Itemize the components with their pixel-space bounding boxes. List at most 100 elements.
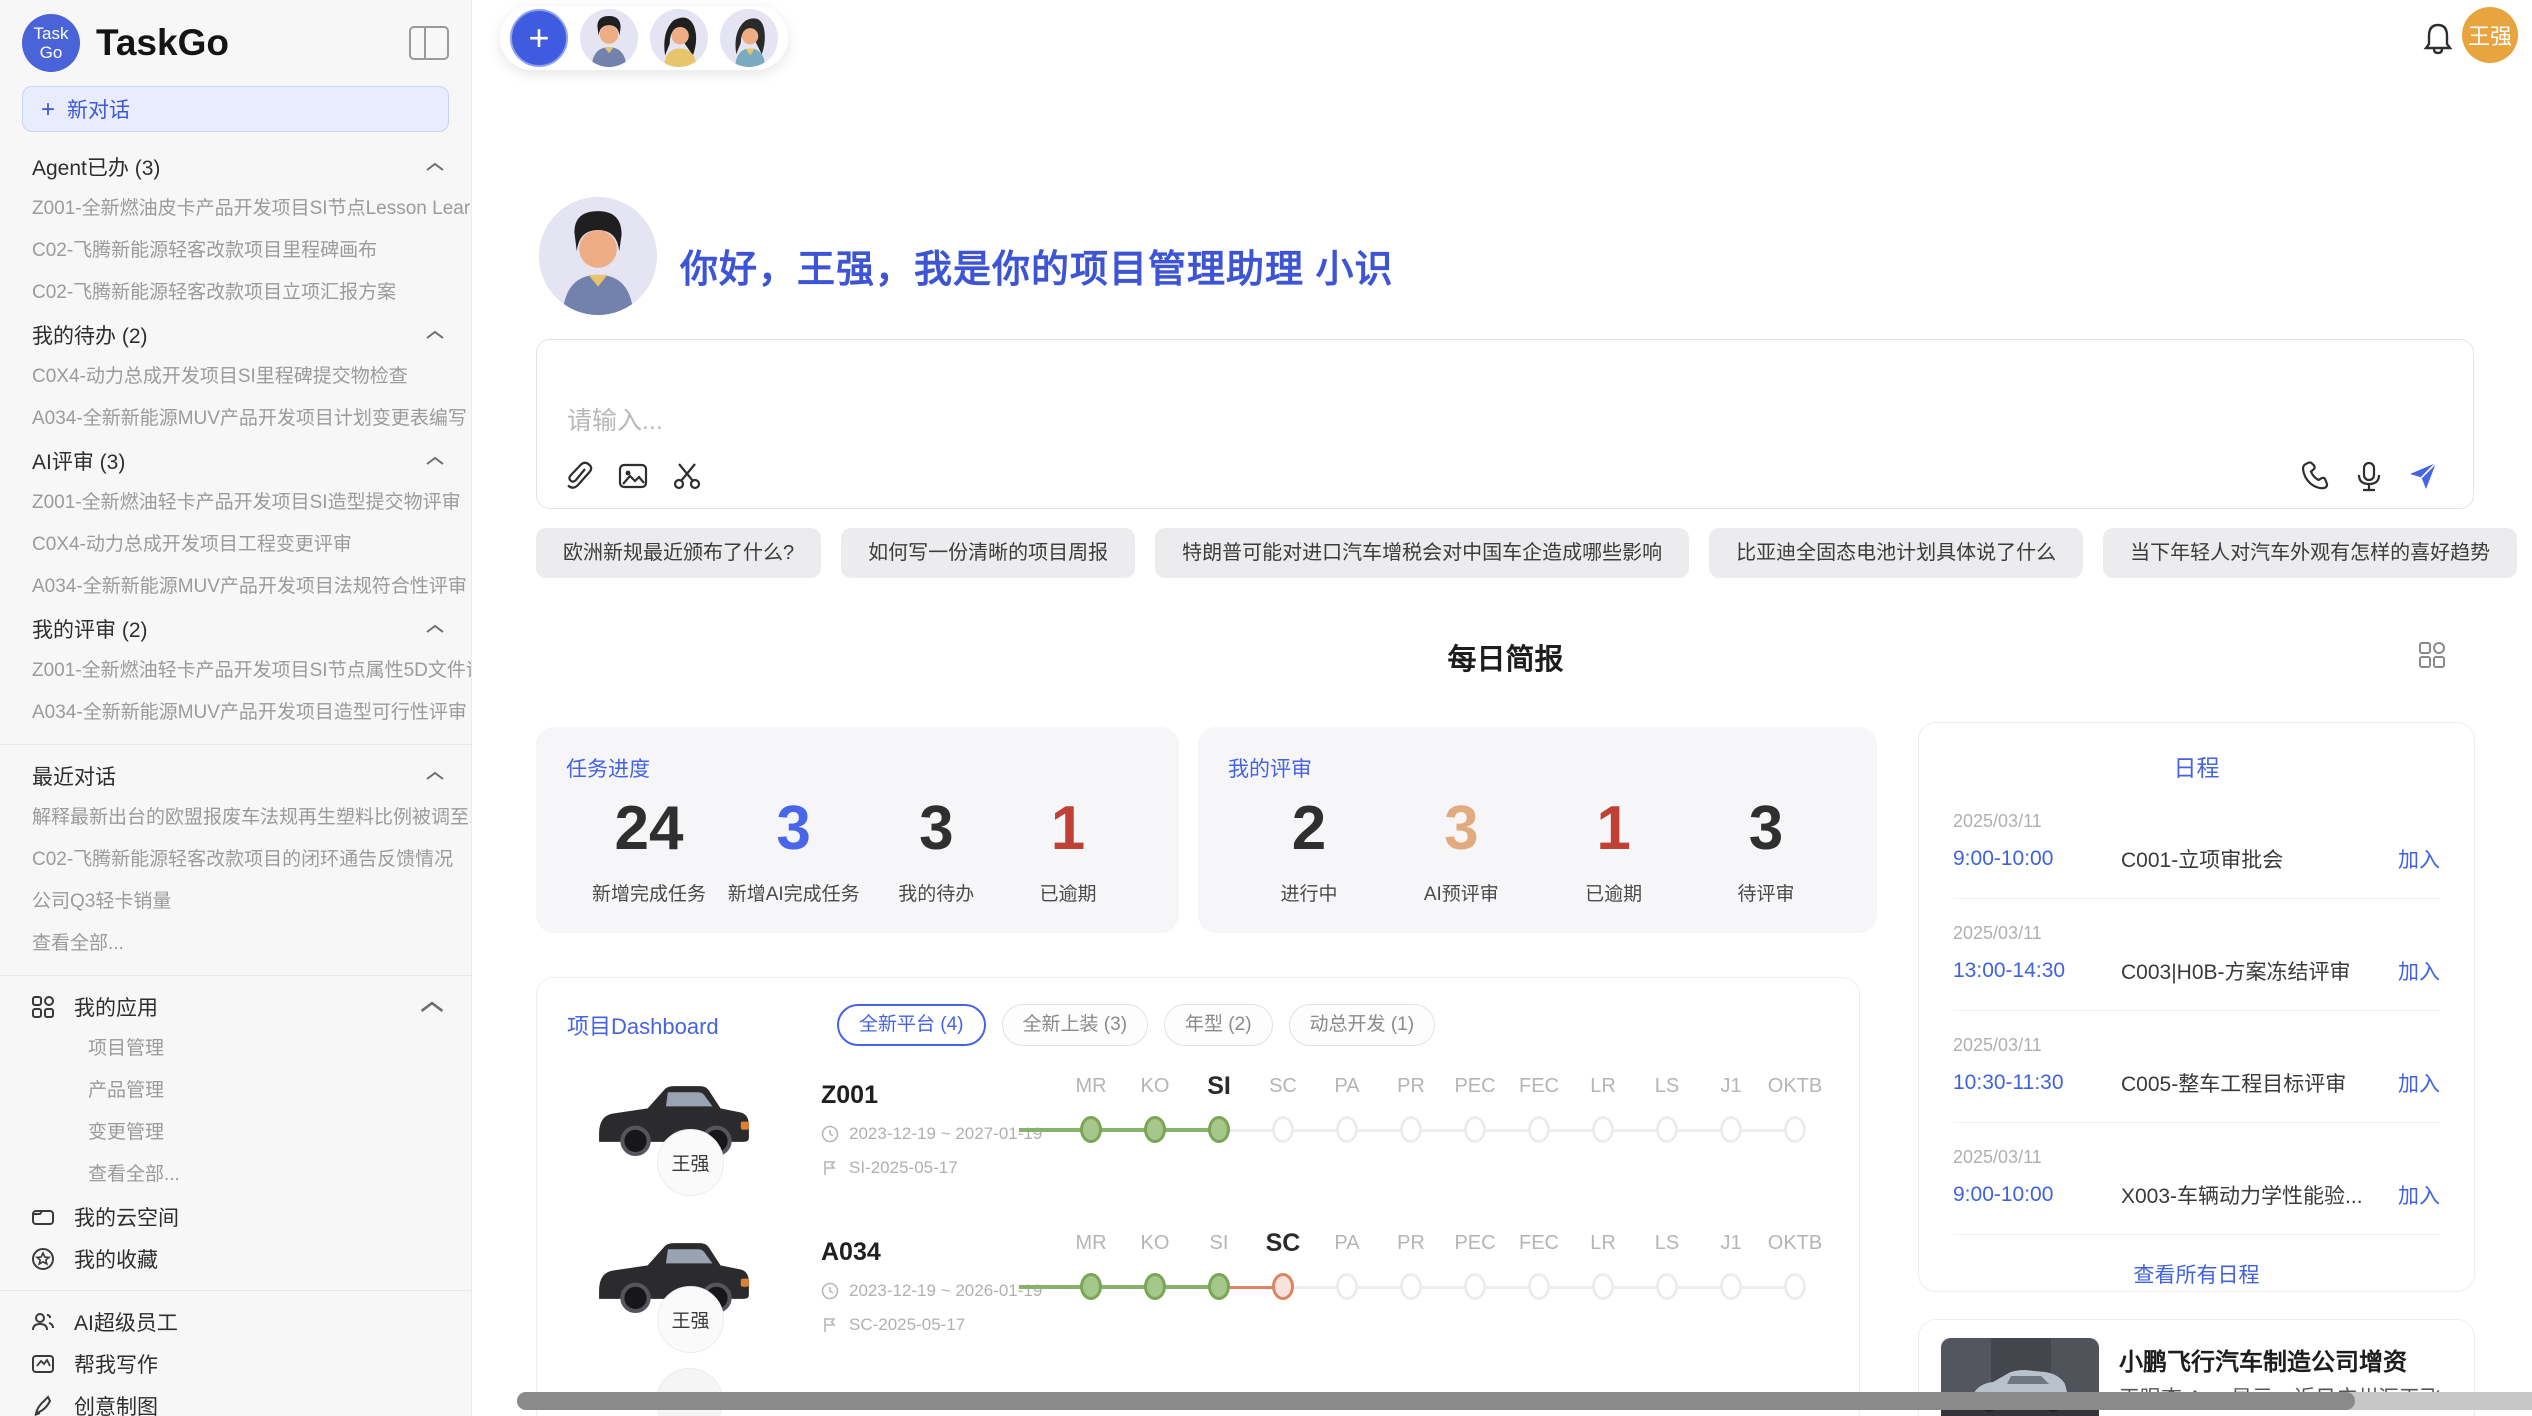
composer-left-icons: [563, 460, 703, 492]
favorites-label: 我的收藏: [74, 1244, 158, 1274]
news-title: 小鹏飞行汽车制造公司增资: [2119, 1342, 2407, 1377]
milestone-label: PR: [1379, 1226, 1443, 1260]
app-item-project-mgmt[interactable]: 项目管理: [0, 1028, 471, 1070]
chat-input[interactable]: [567, 396, 1967, 446]
join-link[interactable]: 加入: [2398, 1068, 2440, 1098]
sidebar-item[interactable]: C02-飞腾新能源轻客改款项目立项汇报方案: [0, 272, 471, 314]
sidebar-item-cloud-space[interactable]: 我的云空间: [0, 1196, 471, 1238]
milestone: PA: [1315, 1069, 1379, 1189]
recent-chat-item[interactable]: 解释最新出台的欧盟报废车法规再生塑料比例被调至15%...: [0, 797, 471, 839]
horizontal-scrollbar-thumb[interactable]: [517, 1392, 2355, 1410]
app-item-change-mgmt[interactable]: 变更管理: [0, 1112, 471, 1154]
sidebar-item-favorites[interactable]: 我的收藏: [0, 1238, 471, 1280]
project-row[interactable]: 王强 Z001 2023-12-19 ~ 2027-01-19 SI-2025-…: [537, 1063, 1860, 1220]
section-header-recent: 最近对话: [0, 755, 471, 797]
milestone-node: [1208, 1273, 1230, 1300]
milestone: MR: [1059, 1226, 1123, 1346]
stat-value: 2: [1254, 793, 1364, 865]
join-link[interactable]: 加入: [2398, 844, 2440, 874]
tab-all-new-top[interactable]: 全新上装 (3): [1002, 1004, 1149, 1046]
sidebar-item-help-write[interactable]: 帮我写作: [0, 1343, 471, 1385]
suggestion-chip[interactable]: 如何写一份清晰的项目周报: [841, 528, 1135, 578]
recent-view-all[interactable]: 查看全部...: [0, 923, 471, 965]
milestone: PR: [1379, 1069, 1443, 1189]
milestone-track: MRKOSISCPAPRPECFECLRLSJ1OKTB: [1019, 1069, 1849, 1189]
flag-icon: [821, 1316, 839, 1334]
image-icon[interactable]: [617, 460, 649, 492]
schedule-list: 2025/03/11 9:00-10:00 C001-立项审批会 加入 2025…: [1919, 811, 2474, 1289]
sidebar-item[interactable]: Z001-全新燃油轻卡产品开发项目SI节点属性5D文件评审: [0, 650, 471, 692]
project-dates: 2023-12-19 ~ 2026-01-19: [821, 1281, 1042, 1301]
stat-label: 已逾期: [1559, 879, 1669, 906]
greeting-title: 你好，王强，我是你的项目管理助理 小识: [680, 238, 1394, 293]
sidebar-item[interactable]: C0X4-动力总成开发项目SI里程碑提交物检查: [0, 356, 471, 398]
add-session-button[interactable]: +: [510, 9, 568, 67]
event-name: C003|H0B-方案冻结评审: [2121, 956, 2398, 986]
sidebar-item[interactable]: C02-飞腾新能源轻客改款项目里程碑画布: [0, 230, 471, 272]
cloud-folder-icon: [30, 1204, 56, 1230]
milestone-node: [1592, 1273, 1614, 1300]
session-avatar[interactable]: [720, 9, 778, 67]
view-all-schedule-link[interactable]: 查看所有日程: [1919, 1259, 2474, 1289]
section-header-ai-review[interactable]: AI评审 (3): [0, 440, 471, 482]
sidebar-item[interactable]: A034-全新新能源MUV产品开发项目计划变更表编写: [0, 398, 471, 440]
session-avatar[interactable]: [580, 9, 638, 67]
chevron-up-icon: [425, 770, 445, 782]
layout-grid-icon[interactable]: [2417, 640, 2447, 670]
milestone-label: MR: [1059, 1069, 1123, 1103]
sidebar-item-ai-employee[interactable]: AI超级员工: [0, 1301, 471, 1343]
milestone: LS: [1635, 1226, 1699, 1346]
suggestion-chips: 欧洲新规最近颁布了什么? 如何写一份清晰的项目周报 特朗普可能对进口汽车增税会对…: [536, 528, 2475, 578]
stat: 1 已逾期: [1559, 793, 1669, 906]
sidebar-item[interactable]: Z001-全新燃油轻卡产品开发项目SI造型提交物评审: [0, 482, 471, 524]
tab-model-year[interactable]: 年型 (2): [1164, 1004, 1273, 1046]
divider: [0, 1290, 471, 1291]
stat-value: 3: [1406, 793, 1516, 865]
event-time: 13:00-14:30: [1953, 959, 2121, 983]
join-link[interactable]: 加入: [2398, 1180, 2440, 1210]
apps-view-all[interactable]: 查看全部...: [0, 1154, 471, 1196]
new-chat-button[interactable]: + 新对话: [22, 86, 449, 132]
section-header-agent-done[interactable]: Agent已办 (3): [0, 146, 471, 188]
sidebar-logo-row: Task Go TaskGo: [0, 0, 471, 86]
phone-icon[interactable]: [2299, 460, 2331, 492]
suggestion-chip[interactable]: 特朗普可能对进口汽车增税会对中国车企造成哪些影响: [1155, 528, 1689, 578]
sidebar-item[interactable]: C0X4-动力总成开发项目工程变更评审: [0, 524, 471, 566]
section-header-my-todo[interactable]: 我的待办 (2): [0, 314, 471, 356]
app-item-product-mgmt[interactable]: 产品管理: [0, 1070, 471, 1112]
sidebar-item[interactable]: A034-全新新能源MUV产品开发项目造型可行性评审: [0, 692, 471, 734]
join-link[interactable]: 加入: [2398, 956, 2440, 986]
scissors-icon[interactable]: [671, 460, 703, 492]
milestone: SI: [1187, 1069, 1251, 1189]
project-row[interactable]: 王强 A034 2023-12-19 ~ 2026-01-19 SC-2025-…: [537, 1220, 1860, 1377]
session-avatar[interactable]: [650, 9, 708, 67]
sidebar-item-creative-draw[interactable]: 创意制图: [0, 1385, 471, 1416]
event-name: X003-车辆动力学性能验...: [2121, 1180, 2398, 1210]
dashboard-header: 项目Dashboard 全新平台 (4) 全新上装 (3) 年型 (2) 动总开…: [537, 978, 1859, 1046]
notification-bell-icon[interactable]: [2422, 22, 2454, 56]
milestone-label: OKTB: [1763, 1069, 1827, 1103]
suggestion-chip[interactable]: 当下年轻人对汽车外观有怎样的喜好趋势: [2103, 528, 2517, 578]
sidebar-item[interactable]: A034-全新新能源MUV产品开发项目法规符合性评审: [0, 566, 471, 608]
milestone: SC: [1251, 1069, 1315, 1189]
stat-value: 3: [881, 793, 991, 865]
section-header-my-review[interactable]: 我的评审 (2): [0, 608, 471, 650]
user-avatar[interactable]: 王强: [2462, 7, 2518, 63]
tab-powertrain[interactable]: 动总开发 (1): [1289, 1004, 1436, 1046]
sidebar-collapse-icon[interactable]: [409, 26, 449, 60]
milestone-node: [1272, 1116, 1294, 1143]
suggestion-chip[interactable]: 比亚迪全固态电池计划具体说了什么: [1709, 528, 2083, 578]
send-icon[interactable]: [2407, 460, 2439, 492]
sidebar-item-my-apps[interactable]: 我的应用: [0, 986, 471, 1028]
flag-label: SC-2025-05-17: [849, 1315, 965, 1335]
tab-all-new-platform[interactable]: 全新平台 (4): [837, 1004, 986, 1046]
recent-chat-item[interactable]: 公司Q3轻卡销量: [0, 881, 471, 923]
sidebar-item[interactable]: Z001-全新燃油皮卡产品开发项目SI节点Lesson Learn报告: [0, 188, 471, 230]
mic-icon[interactable]: [2353, 460, 2385, 492]
recent-chat-item[interactable]: C02-飞腾新能源轻客改款项目的闭环通告反馈情况: [0, 839, 471, 881]
date-range: 2023-12-19 ~ 2026-01-19: [849, 1281, 1042, 1301]
attachment-icon[interactable]: [563, 460, 595, 492]
flag-label: SI-2025-05-17: [849, 1158, 958, 1178]
suggestion-chip[interactable]: 欧洲新规最近颁布了什么?: [536, 528, 821, 578]
milestone-node: [1144, 1273, 1166, 1300]
